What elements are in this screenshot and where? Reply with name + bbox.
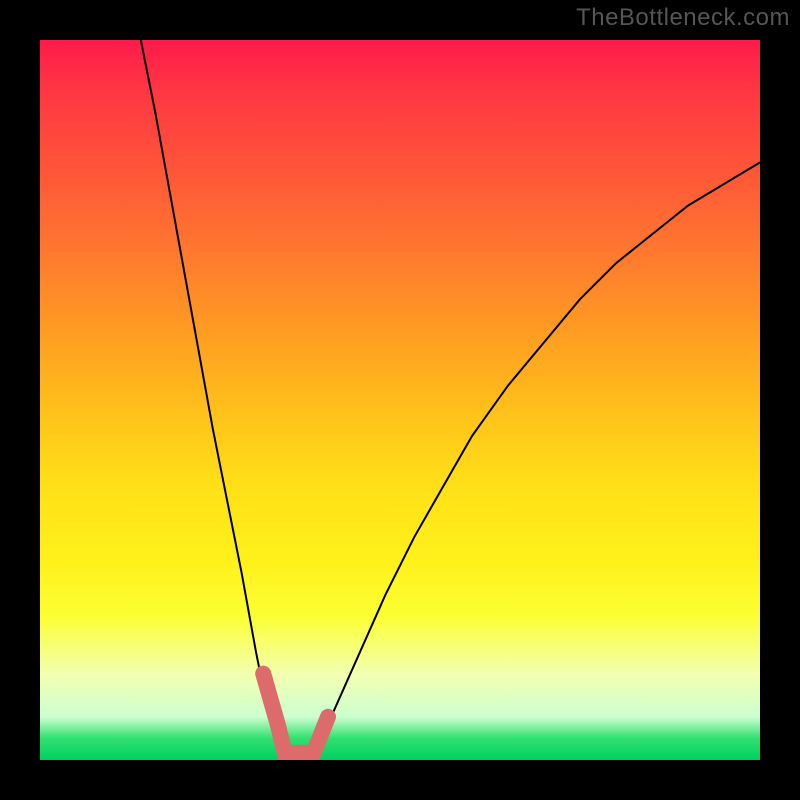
chart-svg bbox=[40, 40, 760, 760]
left-curve bbox=[141, 40, 285, 760]
accent-segment bbox=[263, 674, 328, 753]
chart-frame: TheBottleneck.com bbox=[0, 0, 800, 800]
right-curve bbox=[314, 162, 760, 760]
watermark-text: TheBottleneck.com bbox=[576, 4, 790, 32]
